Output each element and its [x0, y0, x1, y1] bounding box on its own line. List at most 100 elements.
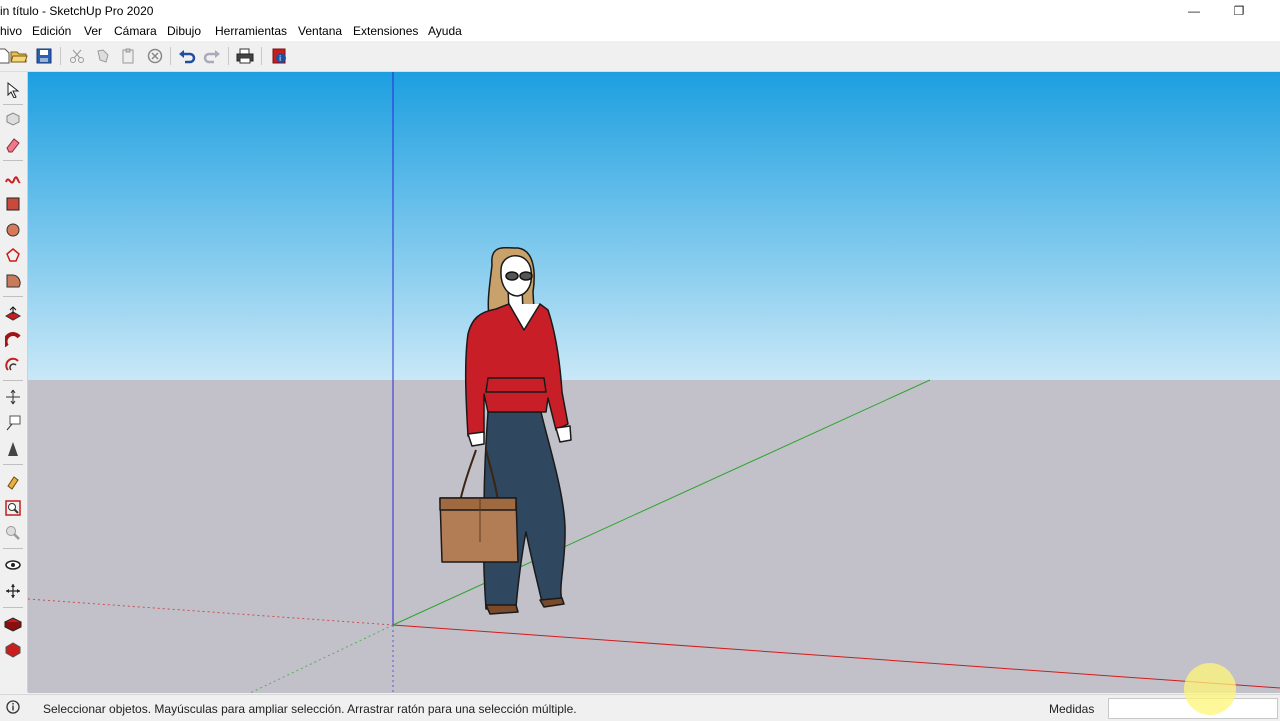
- menu-dibujo[interactable]: Dibujo: [167, 24, 201, 38]
- redo-icon: [203, 50, 220, 64]
- orbit-icon: [5, 560, 21, 570]
- rectangle-icon: [6, 197, 20, 211]
- make-component-icon: [6, 112, 20, 126]
- cursor-highlight: [1184, 663, 1236, 715]
- info-icon[interactable]: [6, 700, 20, 714]
- print-icon: [236, 48, 254, 64]
- restore-icon: ❐: [1233, 4, 1245, 18]
- push-pull-tool[interactable]: [3, 304, 23, 324]
- tool-separator: [3, 296, 23, 297]
- svg-text:i: i: [279, 54, 281, 63]
- toolbar-separator: [60, 47, 61, 65]
- toolbar-separator: [261, 47, 262, 65]
- menu-edicion[interactable]: Edición: [32, 24, 71, 38]
- warehouse-tool[interactable]: [3, 614, 23, 634]
- offset-tool[interactable]: [3, 355, 23, 375]
- cut-button[interactable]: [66, 45, 88, 67]
- sky: [28, 72, 1280, 380]
- tool-palette: [0, 72, 28, 692]
- eraser-tool[interactable]: [3, 135, 23, 155]
- open-button[interactable]: [8, 45, 30, 67]
- polygon-tool[interactable]: [3, 245, 23, 265]
- menu-ayuda[interactable]: Ayuda: [428, 24, 462, 38]
- minimize-button[interactable]: —: [1171, 0, 1217, 22]
- paint-bucket-icon: [7, 476, 19, 490]
- dimension-icon: [8, 442, 18, 456]
- cut-icon: [70, 49, 84, 63]
- make-component-tool[interactable]: [3, 109, 23, 129]
- tool-separator: [3, 380, 23, 381]
- text-icon: [6, 415, 21, 431]
- walk-tool[interactable]: [3, 581, 23, 601]
- polygon-icon: [6, 248, 20, 262]
- paste-icon: [122, 48, 134, 64]
- menu-ventana[interactable]: Ventana: [298, 24, 342, 38]
- follow-me-icon: [5, 332, 21, 348]
- follow-me-tool[interactable]: [3, 330, 23, 350]
- title-bar: in título - SketchUp Pro 2020 — ❐: [0, 0, 1280, 22]
- arc-icon: [6, 274, 21, 288]
- orbit-tool[interactable]: [3, 555, 23, 575]
- dimension-tool[interactable]: [3, 439, 23, 459]
- eraser-icon: [6, 138, 20, 153]
- circle-tool[interactable]: [3, 220, 23, 240]
- status-text: Seleccionar objetos. Mayúsculas para amp…: [43, 702, 577, 716]
- menu-bar: hivo Edición Ver Cámara Dibujo Herramien…: [0, 22, 1280, 41]
- freehand-icon: [5, 176, 21, 184]
- tool-separator: [3, 160, 23, 161]
- status-bar: Seleccionar objetos. Mayúsculas para amp…: [0, 694, 1280, 721]
- toolbar-separator: [170, 47, 171, 65]
- paint-bucket-tool[interactable]: [3, 472, 23, 492]
- tool-separator: [3, 607, 23, 608]
- paste-button[interactable]: [117, 45, 139, 67]
- ground: [28, 380, 1280, 693]
- menu-archivo[interactable]: hivo: [0, 24, 22, 38]
- tool-separator: [3, 548, 23, 549]
- select-tool[interactable]: [3, 80, 23, 100]
- push-pull-icon: [5, 306, 21, 321]
- undo-icon: [179, 50, 196, 64]
- move-tool[interactable]: [3, 387, 23, 407]
- tool-separator: [3, 464, 23, 465]
- text-tool[interactable]: [3, 413, 23, 433]
- zoom-extents-icon: [5, 500, 21, 516]
- minimize-icon: —: [1188, 4, 1200, 18]
- redo-button[interactable]: [201, 45, 223, 67]
- measurements-label: Medidas: [1049, 702, 1095, 716]
- erase-icon: [147, 48, 163, 64]
- zoom-extents-tool[interactable]: [3, 498, 23, 518]
- zoom-icon: [6, 526, 20, 540]
- copy-icon: [97, 49, 109, 63]
- copy-button[interactable]: [92, 45, 114, 67]
- toolbar-separator: [228, 47, 229, 65]
- model-info-button[interactable]: i: [268, 45, 290, 67]
- save-icon: [36, 48, 52, 64]
- extension-warehouse-icon: [5, 642, 21, 658]
- rectangle-tool[interactable]: [3, 194, 23, 214]
- undo-button[interactable]: [176, 45, 198, 67]
- move-icon: [6, 389, 20, 405]
- erase-button[interactable]: [144, 45, 166, 67]
- menu-herramientas[interactable]: Herramientas: [215, 24, 287, 38]
- arc-tool[interactable]: [3, 271, 23, 291]
- freehand-tool[interactable]: [3, 168, 23, 188]
- print-button[interactable]: [234, 45, 256, 67]
- model-info-icon: i: [272, 48, 286, 64]
- circle-icon: [6, 223, 20, 237]
- menu-camara[interactable]: Cámara: [114, 24, 157, 38]
- save-button[interactable]: [33, 45, 55, 67]
- scene-canvas[interactable]: [28, 72, 1280, 693]
- drawing-area[interactable]: [28, 72, 1280, 693]
- select-icon: [7, 82, 20, 98]
- menu-extensiones[interactable]: Extensiones: [353, 24, 418, 38]
- window-title: in título - SketchUp Pro 2020: [0, 4, 154, 18]
- tool-separator: [3, 104, 23, 105]
- menu-ver[interactable]: Ver: [84, 24, 102, 38]
- open-icon: [10, 51, 28, 63]
- zoom-tool[interactable]: [3, 523, 23, 543]
- warehouse-icon: [4, 617, 22, 632]
- offset-icon: [5, 357, 19, 371]
- standard-toolbar: i: [0, 41, 1280, 72]
- restore-button[interactable]: ❐: [1216, 0, 1262, 22]
- extension-warehouse-tool[interactable]: [3, 640, 23, 660]
